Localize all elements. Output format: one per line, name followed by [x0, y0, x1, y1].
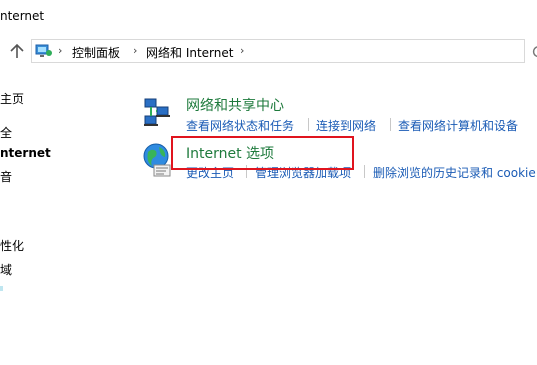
breadcrumb-separator: ›	[240, 44, 245, 57]
breadcrumb-control-panel[interactable]: 控制面板	[72, 44, 120, 61]
sidebar-item-region[interactable]: 域	[0, 261, 12, 278]
breadcrumb-network-internet[interactable]: 网络和 Internet	[146, 44, 233, 61]
network-sharing-center-title[interactable]: 网络和共享中心	[186, 95, 284, 115]
sidebar-marker	[0, 286, 3, 291]
link-divider	[364, 165, 365, 178]
breadcrumb-separator: ›	[133, 44, 138, 57]
view-network-status-link[interactable]: 查看网络状态和任务	[186, 117, 294, 134]
address-divider	[524, 40, 525, 62]
up-arrow-icon[interactable]	[7, 41, 27, 61]
link-divider	[390, 118, 391, 131]
sidebar-item-security[interactable]: 全	[0, 124, 12, 141]
sidebar-item-sound[interactable]: 音	[0, 168, 12, 185]
address-bar[interactable]: › 控制面板 › 网络和 Internet ›	[31, 39, 537, 63]
view-network-computers-link[interactable]: 查看网络计算机和设备	[398, 117, 518, 134]
control-panel-icon	[35, 43, 53, 59]
sidebar-item-internet[interactable]: nternet	[0, 146, 51, 160]
window-title: nternet	[0, 9, 45, 23]
title-bar: nternet	[0, 0, 537, 34]
refresh-icon[interactable]	[532, 42, 537, 60]
sidebar-item-home[interactable]: 主页	[0, 90, 24, 107]
delete-browsing-history-link[interactable]: 删除浏览的历史记录和 cookie	[373, 164, 536, 181]
internet-options-icon[interactable]	[142, 142, 174, 182]
sidebar-item-personalization[interactable]: 性化	[0, 237, 24, 254]
navigation-row: › 控制面板 › 网络和 Internet ›	[0, 37, 537, 67]
connect-to-network-link[interactable]: 连接到网络	[316, 117, 376, 134]
breadcrumb-separator: ›	[58, 44, 63, 57]
network-sharing-center-icon[interactable]	[142, 96, 172, 132]
link-divider	[308, 118, 309, 131]
highlight-box	[171, 136, 354, 170]
